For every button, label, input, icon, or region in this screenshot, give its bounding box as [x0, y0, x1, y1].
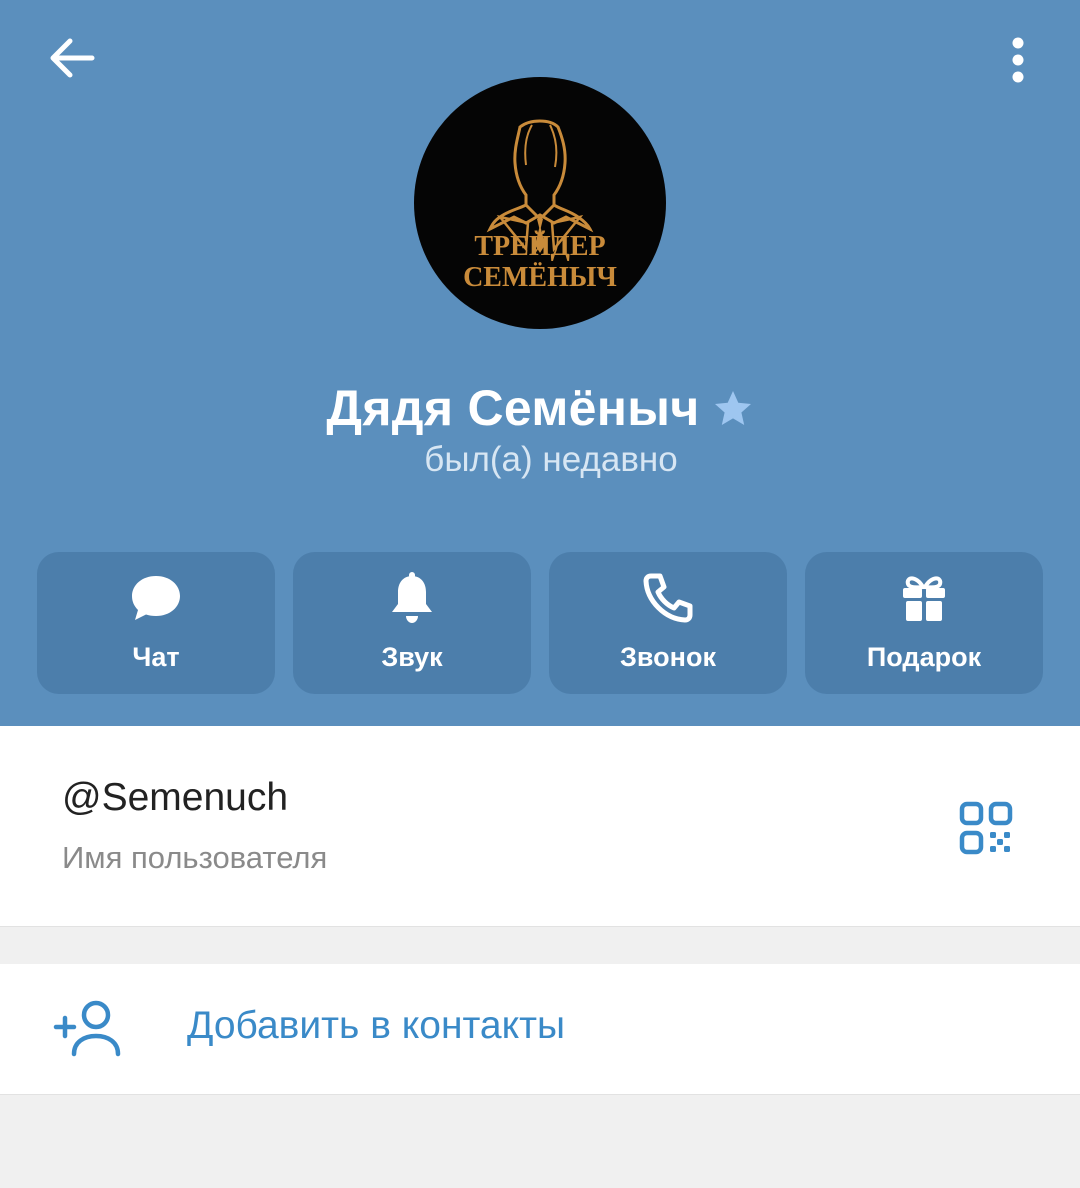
username-card[interactable]: @Semenuch Имя пользователя [0, 726, 1080, 927]
call-button-label: Звонок [620, 642, 716, 672]
avatar-text-line2: СЕМЁНЫЧ [463, 262, 617, 293]
bell-icon [392, 572, 432, 623]
gift-icon [903, 576, 945, 621]
add-person-icon [53, 1000, 121, 1057]
profile-status: был(а) недавно [424, 440, 678, 479]
sound-button-label: Звук [381, 642, 443, 672]
qr-code-icon [959, 801, 1013, 855]
add-contact-label: Добавить в контакты [187, 1004, 565, 1047]
more-options-button[interactable] [988, 26, 1048, 94]
chat-button-label: Чат [132, 642, 180, 672]
avatar[interactable]: ТРЕЙДЕР СЕМЁНЫЧ [414, 77, 666, 329]
sound-button[interactable]: Звук [293, 552, 531, 694]
profile-name: Дядя Семёныч [326, 380, 700, 436]
back-button[interactable] [36, 26, 108, 90]
profile-header: ТРЕЙДЕР СЕМЁНЫЧ Дядя Семёныч был(а) неда… [0, 0, 1080, 726]
avatar-logo: ТРЕЙДЕР СЕМЁНЫЧ [463, 119, 617, 293]
profile-name-row: Дядя Семёныч [0, 372, 1080, 444]
avatar-text-line1: ТРЕЙДЕР [474, 231, 605, 262]
username-label: Имя пользователя [62, 840, 328, 875]
qr-code-button[interactable] [950, 792, 1022, 864]
action-buttons: Чат Звук Звонок Подарок [37, 552, 1043, 694]
gift-button[interactable]: Подарок [805, 552, 1043, 694]
add-contact-row[interactable]: Добавить в контакты [0, 964, 1080, 1095]
chat-button[interactable]: Чат [37, 552, 275, 694]
call-button[interactable]: Звонок [549, 552, 787, 694]
premium-star-icon[interactable] [712, 388, 754, 430]
phone-icon [643, 573, 693, 623]
username-value: @Semenuch [62, 776, 289, 819]
more-vertical-icon [1012, 37, 1024, 83]
gift-button-label: Подарок [866, 642, 982, 672]
arrow-left-icon [50, 38, 95, 78]
chat-bubble-icon [132, 576, 180, 620]
